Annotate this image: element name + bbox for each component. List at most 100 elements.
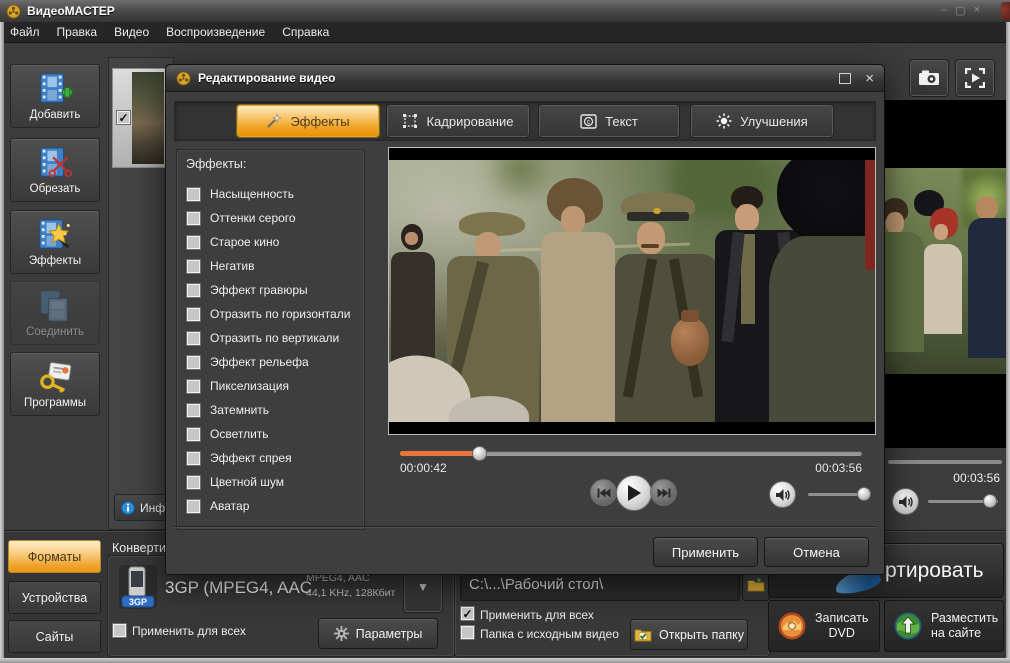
play-icon <box>626 484 642 502</box>
apply-button[interactable]: Применить <box>653 537 758 567</box>
preview-volume-knob[interactable] <box>983 494 997 508</box>
effect-checkbox[interactable] <box>187 428 200 441</box>
effect-checkbox[interactable] <box>187 308 200 321</box>
cancel-button[interactable]: Отмена <box>764 537 869 567</box>
effect-checkbox[interactable] <box>187 212 200 225</box>
dialog-minimize-button[interactable] <box>839 73 851 84</box>
effect-checkbox[interactable] <box>187 500 200 513</box>
snapshot-button[interactable] <box>910 60 948 96</box>
key-card-icon <box>36 360 74 394</box>
effect-checkbox[interactable] <box>187 236 200 249</box>
source-folder-checkbox[interactable] <box>461 626 474 639</box>
apply-all-formats-checkbox[interactable] <box>113 624 126 637</box>
effect-label: Затемнить <box>210 403 269 417</box>
effect-checkbox[interactable] <box>187 356 200 369</box>
preview-mute-button[interactable] <box>892 488 919 515</box>
burn-dvd-button[interactable]: ЗаписатьDVD <box>768 600 880 652</box>
preview-timeline[interactable] <box>888 460 1002 464</box>
publish-site-button[interactable]: Разместитьна сайте <box>884 600 1004 652</box>
prev-frame-button[interactable] <box>590 479 617 506</box>
camera-icon <box>918 70 940 86</box>
menu-item[interactable]: Файл <box>10 25 40 39</box>
play-button[interactable] <box>616 475 652 511</box>
dialog-video-frame <box>388 147 876 435</box>
programs-button[interactable]: Программы <box>10 352 100 416</box>
menu-item[interactable]: Видео <box>114 25 149 39</box>
trim-video-button[interactable]: Обрезать <box>10 138 100 202</box>
effects-button[interactable]: Эффекты <box>10 210 100 274</box>
preview-total-time: 00:03:56 <box>905 471 1000 485</box>
effect-checkbox[interactable] <box>187 188 200 201</box>
video-item-checkbox[interactable] <box>117 111 130 124</box>
add-video-button[interactable]: Добавить <box>10 64 100 128</box>
effects-panel: Эффекты: Насыщенность Оттенки серого Ста… <box>176 149 365 530</box>
next-frame-button[interactable] <box>650 479 677 506</box>
join-button: Соединить <box>10 281 100 345</box>
tab-formats[interactable]: Форматы <box>8 540 101 573</box>
info-button[interactable]: Инф <box>114 494 172 521</box>
speaker-icon <box>775 488 791 502</box>
effect-row[interactable]: Негатив <box>177 254 364 278</box>
gear-icon <box>334 626 349 641</box>
tab-sites[interactable]: Сайты <box>8 620 101 653</box>
effect-row[interactable]: Насыщенность <box>177 182 364 206</box>
menu-item[interactable]: Правка <box>57 25 98 39</box>
dialog-volume-knob[interactable] <box>857 487 871 501</box>
open-folder-button[interactable]: Открыть папку <box>630 619 748 650</box>
dialog-close-button[interactable]: × <box>865 71 874 86</box>
effect-row[interactable]: Оттенки серого <box>177 206 364 230</box>
skip-back-icon <box>597 488 611 498</box>
effect-row[interactable]: Отразить по горизонтали <box>177 302 364 326</box>
effect-checkbox[interactable] <box>187 476 200 489</box>
effect-checkbox[interactable] <box>187 452 200 465</box>
effect-row[interactable]: Эффект спрея <box>177 446 364 470</box>
effect-label: Негатив <box>210 259 254 273</box>
menu-item[interactable]: Справка <box>282 25 329 39</box>
tab-text[interactable]: c Текст <box>539 105 679 137</box>
tab-enhance[interactable]: Улучшения <box>691 105 833 137</box>
current-time: 00:00:42 <box>400 461 447 475</box>
folder-icon <box>747 578 765 592</box>
convert-button-label: ртировать <box>885 559 984 583</box>
effect-row[interactable]: Пикселизация <box>177 374 364 398</box>
effect-checkbox[interactable] <box>187 260 200 273</box>
tab-crop[interactable]: Кадрирование <box>387 105 529 137</box>
effect-row[interactable]: Аватар <box>177 494 364 518</box>
effect-row[interactable]: Эффект рельефа <box>177 350 364 374</box>
effect-row[interactable]: Затемнить <box>177 398 364 422</box>
fullscreen-play-button[interactable] <box>956 60 994 96</box>
menu-bar: Файл Правка Видео Воспроизведение Справка <box>0 22 1010 43</box>
info-icon <box>121 501 135 515</box>
effect-label: Отразить по горизонтали <box>210 307 350 321</box>
dialog-volume-slider[interactable] <box>808 493 864 496</box>
tab-devices[interactable]: Устройства <box>8 581 101 614</box>
format-name: 3GP (MPEG4, AAC <box>165 578 312 598</box>
effect-checkbox[interactable] <box>187 284 200 297</box>
effect-checkbox[interactable] <box>187 404 200 417</box>
window-title: ВидеоМАСТЕР <box>27 4 115 18</box>
close-button-sliver[interactable] <box>1001 2 1010 20</box>
dialog-mute-button[interactable] <box>769 481 796 508</box>
effect-checkbox[interactable] <box>187 332 200 345</box>
video-list-item[interactable] <box>112 68 168 168</box>
dialog-timeline-knob[interactable] <box>472 446 487 461</box>
text-stamp-icon: c <box>580 114 597 129</box>
videomaster-window: ВидеоМАСТЕР –▢× Файл Правка Видео Воспроизв… <box>0 0 1010 663</box>
parameters-button[interactable]: Параметры <box>318 618 438 649</box>
apply-all-output-checkbox[interactable] <box>461 607 474 620</box>
window-controls[interactable]: –▢× <box>941 4 980 17</box>
effect-label: Эффект гравюры <box>210 283 308 297</box>
format-phone-icon: 3GP <box>117 563 159 616</box>
effect-row[interactable]: Осветлить <box>177 422 364 446</box>
apply-all-formats-label: Применить для всех <box>132 624 246 638</box>
effect-row[interactable]: Цветной шум <box>177 470 364 494</box>
tab-effects[interactable]: Эффекты <box>237 105 379 137</box>
dialog-timeline[interactable] <box>400 451 862 456</box>
total-time: 00:03:56 <box>762 461 862 475</box>
window-frame-left <box>0 22 4 658</box>
menu-item[interactable]: Воспроизведение <box>166 25 265 39</box>
effect-row[interactable]: Старое кино <box>177 230 364 254</box>
effect-row[interactable]: Отразить по вертикали <box>177 326 364 350</box>
effect-checkbox[interactable] <box>187 380 200 393</box>
effect-row[interactable]: Эффект гравюры <box>177 278 364 302</box>
